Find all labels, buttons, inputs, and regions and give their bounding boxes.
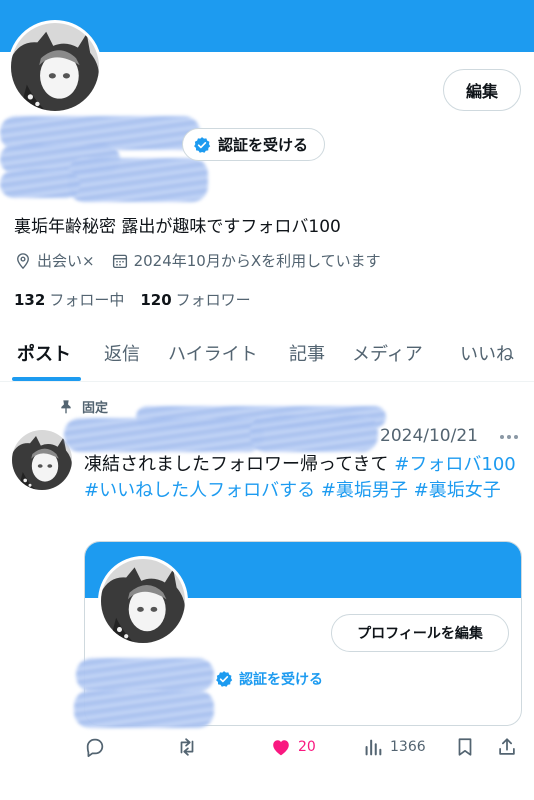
verified-badge-icon <box>216 671 233 687</box>
pin-icon <box>61 399 71 414</box>
profile-joined-date: 2024年10月からXを利用しています <box>133 252 381 270</box>
post-text: 凍結されましたフォロワー帰ってきて #フォロバ100 #いいねした人フォロバする… <box>84 452 524 504</box>
post-date[interactable]: 2024/10/21 <box>380 426 478 446</box>
post-action-bar: 20 1366 <box>84 736 524 762</box>
repost-button[interactable] <box>176 736 198 758</box>
tab-replies[interactable]: 返信 <box>104 340 140 366</box>
following-link[interactable]: 132 フォロー中 <box>14 289 124 310</box>
verified-badge-icon <box>194 136 211 153</box>
heart-icon <box>273 740 289 756</box>
redacted-author-name <box>64 418 264 452</box>
following-count: 132 <box>14 291 46 309</box>
tab-highlights[interactable]: ハイライト <box>168 340 258 366</box>
tab-media[interactable]: メディア <box>352 340 423 366</box>
profile-avatar[interactable] <box>8 20 102 114</box>
post-author-avatar[interactable] <box>12 430 72 490</box>
like-button[interactable]: 20 <box>270 736 316 758</box>
location-icon <box>17 252 29 269</box>
avatar-image <box>11 23 99 111</box>
card-get-verified[interactable]: 認証を受ける <box>215 669 323 689</box>
card-avatar <box>98 556 188 646</box>
views-icon <box>365 739 382 756</box>
pinned-indicator: 固定 <box>58 397 108 416</box>
following-label: フォロー中 <box>49 291 125 309</box>
share-icon <box>499 738 515 755</box>
edit-profile-button[interactable]: 編集 <box>443 69 521 111</box>
post-text-plain: 凍結されましたフォロワー帰ってきて <box>84 454 395 475</box>
profile-meta: 出会い× 2024年10月からXを利用しています <box>14 250 381 271</box>
tab-likes[interactable]: いいね <box>460 340 514 366</box>
tab-articles[interactable]: 記事 <box>289 340 325 366</box>
profile-tabs: ポスト 返信 ハイライト 記事 メディア いいね <box>0 334 534 382</box>
like-count: 20 <box>298 739 316 755</box>
profile-location: 出会い× <box>37 252 95 270</box>
card-get-verified-label: 認証を受ける <box>239 672 323 688</box>
redacted-card-handle <box>74 690 214 728</box>
redacted-author-handle <box>250 416 378 452</box>
repost-icon <box>180 738 194 756</box>
redacted-handle <box>68 158 208 202</box>
profile-bio: 裏垢年齢秘密 露出が趣味ですフォロバ100 <box>14 217 341 237</box>
followers-count: 120 <box>140 291 172 309</box>
card-edit-profile-button[interactable]: プロフィールを編集 <box>331 614 509 652</box>
redacted-handle <box>0 170 80 198</box>
hashtag-link[interactable]: #いいねした人フォロバする <box>84 480 315 501</box>
more-options-icon[interactable] <box>497 430 521 444</box>
avatar-image <box>101 559 185 643</box>
redacted-card-name <box>76 658 214 692</box>
hashtag-link[interactable]: #裏垢女子 <box>414 480 501 501</box>
hashtag-link[interactable]: #裏垢男子 <box>321 480 408 501</box>
avatar-image <box>12 430 72 490</box>
share-button[interactable] <box>496 736 518 758</box>
followers-link[interactable]: 120 フォロワー <box>140 289 250 310</box>
tab-posts[interactable]: ポスト <box>17 340 71 366</box>
pinned-label: 固定 <box>82 401 109 416</box>
hashtag-link[interactable]: #フォロバ100 <box>394 454 515 475</box>
reply-button[interactable] <box>84 736 106 758</box>
bookmark-button[interactable] <box>454 736 476 758</box>
follow-stats: 132 フォロー中 120 フォロワー <box>14 289 251 310</box>
bookmark-icon <box>458 738 472 756</box>
reply-icon <box>86 738 104 758</box>
get-verified-button[interactable]: 認証を受ける <box>182 128 326 161</box>
calendar-icon <box>112 254 127 268</box>
active-tab-indicator <box>12 377 81 381</box>
views-count: 1366 <box>390 739 426 755</box>
get-verified-label: 認証を受ける <box>218 136 309 154</box>
followers-label: フォロワー <box>175 291 251 309</box>
views-button[interactable]: 1366 <box>362 736 426 758</box>
